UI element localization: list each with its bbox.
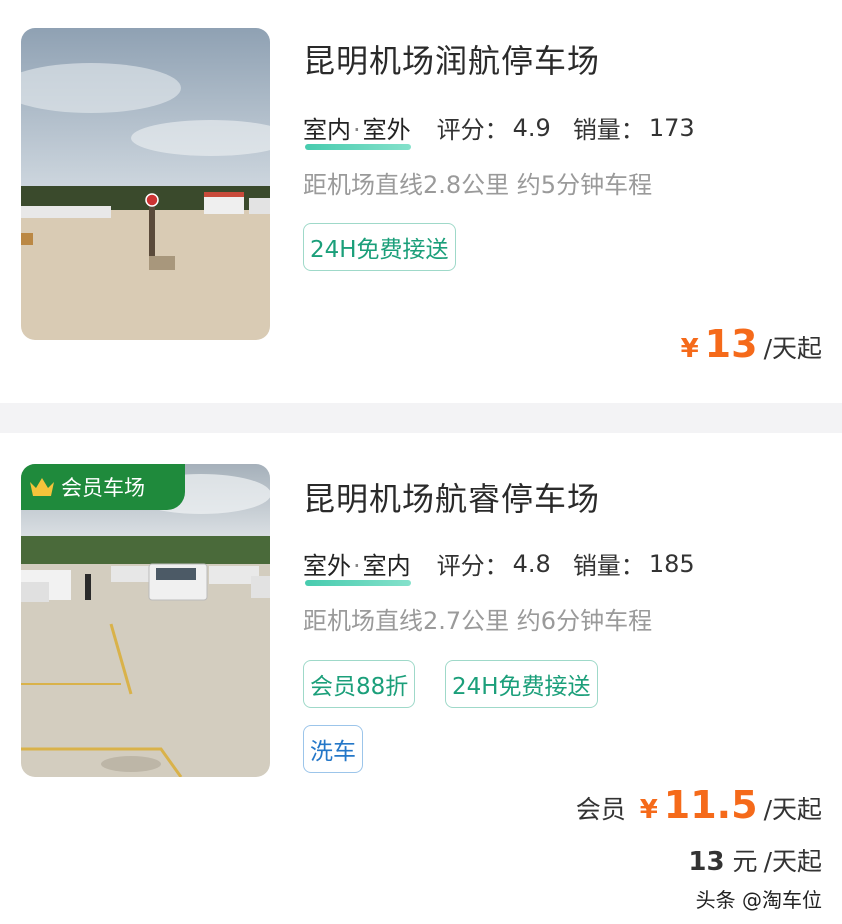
parking-photo[interactable]: 会员车场 bbox=[21, 464, 270, 777]
tag-free-shuttle: 24H免费接送 bbox=[303, 223, 456, 271]
tag-free-shuttle: 24H免费接送 bbox=[445, 660, 598, 708]
regular-price-unit: /天起 bbox=[763, 847, 822, 876]
tag-member-discount: 会员88折 bbox=[303, 660, 416, 708]
sales-label: 销量： bbox=[572, 116, 645, 144]
price-value: 13 bbox=[704, 322, 758, 366]
crown-icon bbox=[30, 478, 54, 496]
price-value: 11.5 bbox=[663, 783, 758, 827]
regular-price: 13 元 /天起 bbox=[688, 842, 822, 878]
regular-price-value: 13 bbox=[688, 847, 725, 877]
price-unit: /天起 bbox=[763, 334, 822, 363]
distance-text: 距机场直线2.7公里 约6分钟车程 bbox=[303, 607, 653, 635]
currency-symbol: ¥ bbox=[639, 795, 658, 825]
parking-meta: 室内·室外 评分： 4.9 销量： 173 bbox=[303, 110, 695, 150]
price: ¥ 13 /天起 bbox=[681, 322, 822, 366]
member-badge-label: 会员车场 bbox=[61, 476, 145, 500]
watermark: 头条 @淘车位 bbox=[695, 888, 822, 912]
parking-meta: 室外·室内 评分： 4.8 销量： 185 bbox=[303, 546, 695, 586]
member-price: 会员 ¥ 11.5 /天起 bbox=[576, 783, 822, 827]
location-underline bbox=[305, 144, 411, 150]
parking-name[interactable]: 昆明机场航睿停车场 bbox=[303, 474, 600, 520]
price-unit: /天起 bbox=[763, 795, 822, 824]
score-value: 4.8 bbox=[512, 549, 551, 578]
sales-label: 销量： bbox=[572, 552, 645, 580]
sales-value: 185 bbox=[648, 549, 695, 578]
regular-price-currency: 元 bbox=[732, 847, 758, 876]
parking-name[interactable]: 昆明机场润航停车场 bbox=[303, 36, 600, 82]
score-label: 评分： bbox=[436, 552, 509, 580]
location-underline bbox=[305, 580, 411, 586]
parking-card-2[interactable]: 会员车场 昆明机场航睿停车场 室外·室内 评分： 4.8 销量： 185 距机场… bbox=[0, 433, 842, 924]
currency-symbol: ¥ bbox=[680, 334, 699, 364]
distance-text: 距机场直线2.8公里 约5分钟车程 bbox=[303, 171, 653, 199]
member-badge: 会员车场 bbox=[21, 464, 185, 510]
location-type: 室内·室外 bbox=[303, 110, 411, 150]
parking-card-1[interactable]: 昆明机场润航停车场 室内·室外 评分： 4.9 销量： 173 距机场直线2.8… bbox=[0, 0, 842, 403]
sales-value: 173 bbox=[648, 113, 695, 142]
score-value: 4.9 bbox=[512, 113, 551, 142]
location-type: 室外·室内 bbox=[303, 546, 411, 586]
score-label: 评分： bbox=[436, 116, 509, 144]
parking-photo[interactable] bbox=[21, 28, 270, 340]
member-price-label: 会员 bbox=[575, 795, 626, 824]
tag-car-wash: 洗车 bbox=[303, 725, 363, 773]
